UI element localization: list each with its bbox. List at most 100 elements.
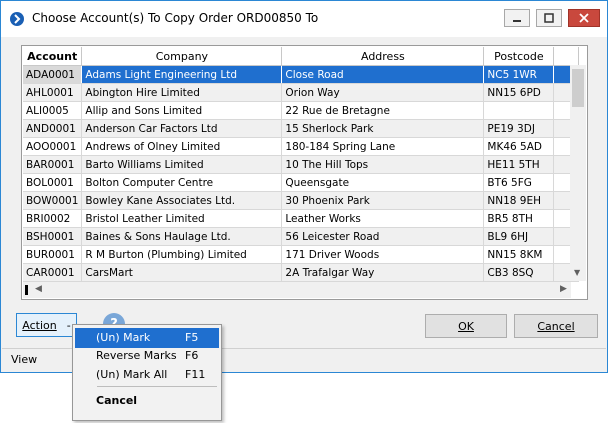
column-header-account[interactable]: Account — [23, 47, 83, 66]
maximize-icon — [544, 13, 554, 23]
table-row[interactable]: CAR0001 CarsMart 2A Trafalgar Way CB3 8SQ — [23, 263, 580, 282]
cell-account: CAR0001 — [23, 263, 83, 282]
column-header-postcode[interactable]: Postcode — [483, 47, 555, 66]
menu-item-cancel[interactable]: Cancel — [75, 391, 219, 411]
cell-company: Bolton Computer Centre — [81, 173, 283, 192]
app-logo-icon — [10, 12, 24, 26]
scroll-left-icon[interactable]: ◀ — [35, 284, 42, 294]
minimize-button[interactable] — [504, 9, 530, 27]
cell-postcode: NN15 8KM — [483, 245, 555, 264]
cell-postcode: CB3 8SQ — [483, 263, 555, 282]
dialog-window: Choose Account(s) To Copy Order ORD00850… — [0, 0, 608, 373]
cell-postcode: NC5 1WR — [483, 65, 555, 84]
menu-item-reverse-marks[interactable]: Reverse Marks F6 — [75, 346, 219, 366]
cell-account: ADA0001 — [23, 65, 83, 84]
maximize-button[interactable] — [536, 9, 562, 27]
cell-address: Leather Works — [281, 209, 485, 228]
cell-address: Orion Way — [281, 83, 485, 102]
table-row[interactable]: BSH0001 Baines & Sons Haulage Ltd. 56 Leic… — [23, 227, 580, 246]
table-row[interactable]: AOO0001 Andrews of Olney Limited 180-184 S… — [23, 137, 580, 156]
ok-button-label: OK — [458, 319, 474, 333]
ok-button[interactable]: OK — [425, 314, 507, 338]
cell-address: 171 Driver Woods — [281, 245, 485, 264]
status-view-label: View — [11, 353, 38, 366]
cell-company: Barto Williams Limited — [81, 155, 283, 174]
action-button[interactable]: Action - — [16, 313, 77, 337]
column-header-company[interactable]: Company — [81, 47, 283, 66]
menu-item-label: (Un) Mark All — [96, 368, 168, 381]
table-row[interactable]: ALI0005 Allip and Sons Limited 22 Rue de B… — [23, 101, 580, 120]
cell-account: BUR0001 — [23, 245, 83, 264]
close-button[interactable] — [568, 9, 600, 27]
cell-address: 22 Rue de Bretagne — [281, 101, 485, 120]
menu-item-shortcut: F11 — [185, 368, 206, 381]
vertical-scroll-thumb[interactable] — [572, 69, 584, 107]
menu-item-label: (Un) Mark — [96, 331, 151, 344]
action-menu: (Un) Mark F5 Reverse Marks F6 (Un) Mark … — [72, 324, 222, 421]
menu-item-label: Reverse Marks — [96, 349, 177, 362]
table-row[interactable]: ADA0001 Adams Light Engineering Ltd Close … — [23, 65, 580, 84]
vertical-scrollbar[interactable]: ▼ — [570, 65, 586, 281]
cell-account: BOL0001 — [23, 173, 83, 192]
cell-postcode — [483, 101, 555, 120]
window-title: Choose Account(s) To Copy Order ORD00850… — [32, 11, 319, 25]
cell-company: CarsMart — [81, 263, 283, 282]
cell-address: 30 Phoenix Park — [281, 191, 485, 210]
table-row[interactable]: BAR0001 Barto Williams Limited 10 The Hill… — [23, 155, 580, 174]
cell-account: ALI0005 — [23, 101, 83, 120]
cell-postcode: BL9 6HJ — [483, 227, 555, 246]
cell-account: BAR0001 — [23, 155, 83, 174]
table-row[interactable]: AHL0001 Abington Hire Limited Orion Way NN1… — [23, 83, 580, 102]
cell-company: Adams Light Engineering Ltd — [81, 65, 283, 84]
cell-postcode: NN15 6PD — [483, 83, 555, 102]
cell-address: 180-184 Spring Lane — [281, 137, 485, 156]
menu-item-unmark-all[interactable]: (Un) Mark All F11 — [75, 365, 219, 385]
menu-item-shortcut: F6 — [185, 349, 199, 362]
cell-company: Anderson Car Factors Ltd — [81, 119, 283, 138]
horizontal-scrollbar[interactable]: ◀ ▶ — [23, 282, 571, 298]
cancel-button-label: Cancel — [537, 319, 575, 333]
table-row[interactable]: BUR0001 R M Burton (Plumbing) Limited 171 … — [23, 245, 580, 264]
table-row[interactable]: AND0001 Anderson Car Factors Ltd 15 Sherlo… — [23, 119, 580, 138]
account-table: Account Company Address Postcode ADA0001… — [23, 47, 580, 282]
cell-postcode: PE19 3DJ — [483, 119, 555, 138]
cell-address: 2A Trafalgar Way — [281, 263, 485, 282]
action-dropdown-icon: - — [66, 318, 71, 332]
scroll-right-icon[interactable]: ▶ — [560, 284, 567, 294]
cancel-button[interactable]: Cancel — [514, 314, 598, 338]
table-row[interactable]: BOL0001 Bolton Computer Centre Queensgate B… — [23, 173, 580, 192]
title-bar[interactable]: Choose Account(s) To Copy Order ORD00850… — [1, 1, 607, 37]
menu-separator — [97, 386, 217, 387]
cell-company: R M Burton (Plumbing) Limited — [81, 245, 283, 264]
cell-account: BSH0001 — [23, 227, 83, 246]
menu-item-unmark[interactable]: (Un) Mark F5 — [75, 328, 219, 348]
cell-account: BRI0002 — [23, 209, 83, 228]
column-header-filler — [553, 47, 580, 66]
cell-postcode: MK46 5AD — [483, 137, 555, 156]
cell-postcode: HE11 5TH — [483, 155, 555, 174]
table-row[interactable]: BOW0001 Bowley Kane Associates Ltd. 30 Pho… — [23, 191, 580, 210]
scroll-down-icon[interactable]: ▼ — [574, 268, 580, 277]
minimize-icon — [513, 20, 521, 22]
cell-address: Close Road — [281, 65, 485, 84]
cell-company: Bowley Kane Associates Ltd. — [81, 191, 283, 210]
cell-postcode: NN18 9EH — [483, 191, 555, 210]
menu-item-shortcut: F5 — [185, 331, 199, 344]
cell-company: Allip and Sons Limited — [81, 101, 283, 120]
cell-account: AOO0001 — [23, 137, 83, 156]
cell-address: 10 The Hill Tops — [281, 155, 485, 174]
cell-company: Baines & Sons Haulage Ltd. — [81, 227, 283, 246]
cell-account: AND0001 — [23, 119, 83, 138]
account-grid[interactable]: Account Company Address Postcode ADA0001… — [21, 45, 588, 300]
cell-company: Andrews of Olney Limited — [81, 137, 283, 156]
cell-postcode: BR5 8TH — [483, 209, 555, 228]
cell-company: Abington Hire Limited — [81, 83, 283, 102]
menu-item-label: Cancel — [96, 394, 138, 407]
close-icon — [579, 13, 589, 23]
table-row[interactable]: BRI0002 Bristol Leather Limited Leather Wo… — [23, 209, 580, 228]
action-button-label: Action — [22, 318, 57, 332]
cell-postcode: BT6 5FG — [483, 173, 555, 192]
cell-account: AHL0001 — [23, 83, 83, 102]
column-header-address[interactable]: Address — [281, 47, 485, 66]
horizontal-scroll-thumb[interactable] — [25, 285, 28, 295]
